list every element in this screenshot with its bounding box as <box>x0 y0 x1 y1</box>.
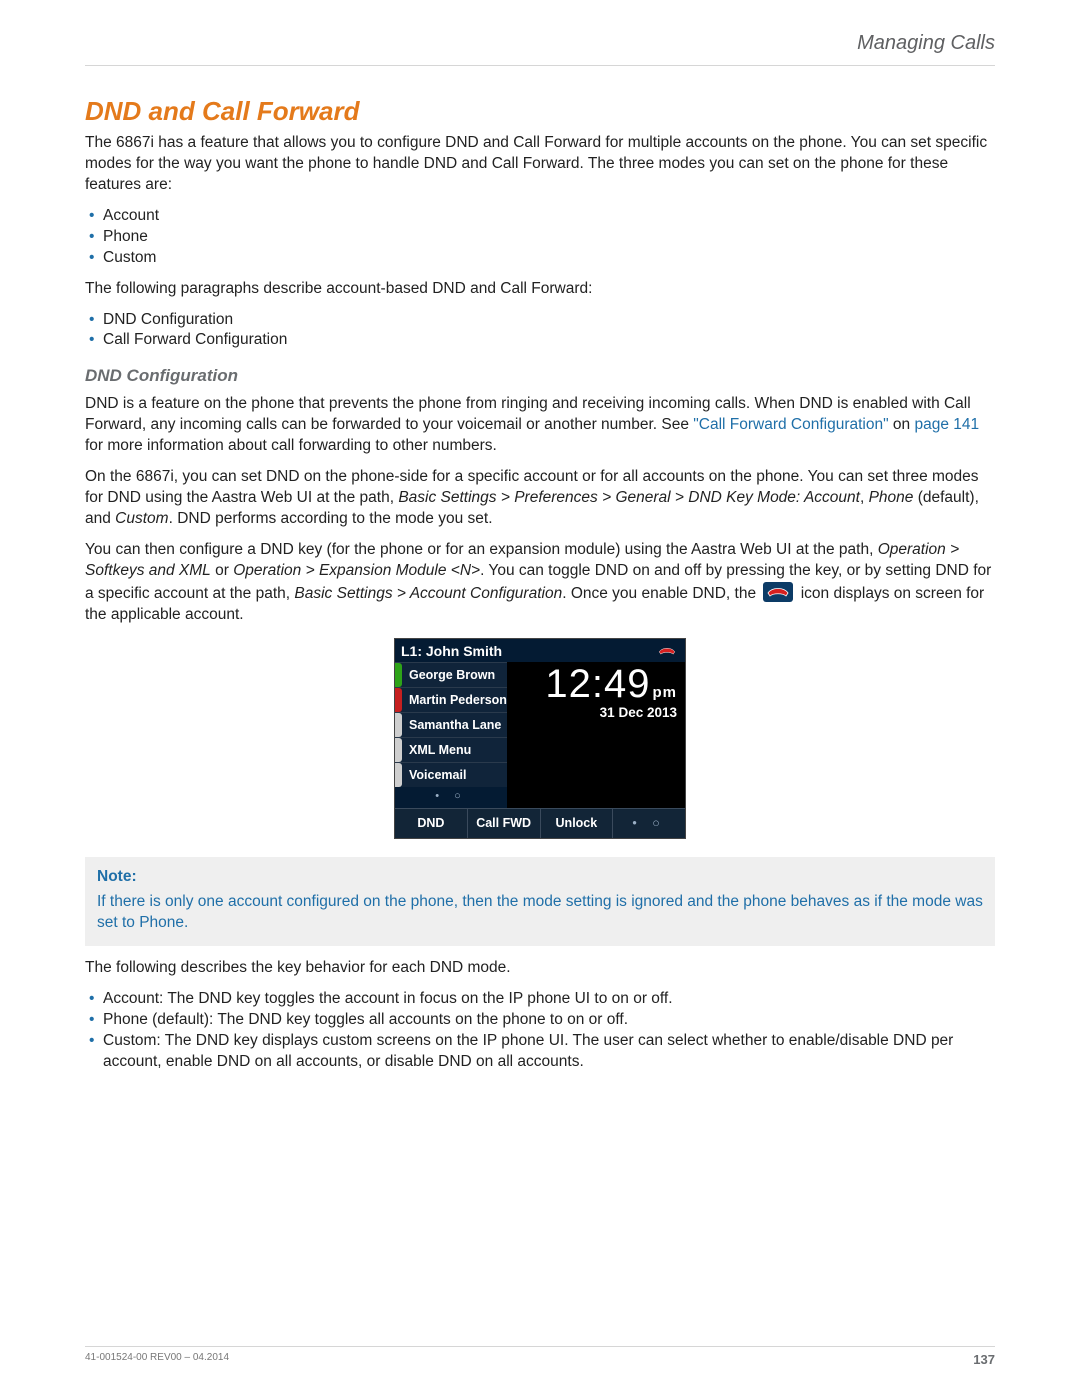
config-list: DND Configuration Call Forward Configura… <box>85 310 995 352</box>
running-header: Managing Calls <box>85 30 995 66</box>
xref-link: "Call Forward Configuration" <box>693 416 888 433</box>
modes-list: Account Phone Custom <box>85 206 995 269</box>
phone-softkey-row: George Brown <box>395 662 507 687</box>
text: on <box>889 416 915 433</box>
key-label: Samantha Lane <box>409 718 501 732</box>
section-heading: DND and Call Forward <box>85 94 995 129</box>
note-box: Note: If there is only one account confi… <box>85 857 995 946</box>
body-paragraph: DND is a feature on the phone that preve… <box>85 394 995 457</box>
text: You can then configure a DND key (for th… <box>85 541 878 558</box>
phone-softkey-row: Voicemail <box>395 762 507 787</box>
text: . Once you enable DND, the <box>562 585 760 602</box>
text: or <box>211 562 233 579</box>
key-label: XML Menu <box>409 743 471 757</box>
list-item: Phone (default): The DND key toggles all… <box>103 1010 995 1031</box>
body-paragraph: You can then configure a DND key (for th… <box>85 540 995 626</box>
body-paragraph: The following describes the key behavior… <box>85 958 995 979</box>
text: . DND performs according to the mode you… <box>169 510 493 527</box>
ui-path: Phone <box>869 489 914 506</box>
note-heading: Note: <box>97 867 983 888</box>
phone-line-label: L1: John Smith <box>401 642 502 661</box>
list-item: Custom: The DND key displays custom scre… <box>103 1031 995 1073</box>
phone-softkey-row: XML Menu <box>395 737 507 762</box>
dnd-handset-icon <box>763 582 793 602</box>
softkey-dnd: DND <box>395 809 468 838</box>
phone-softkey-row: Samantha Lane <box>395 712 507 737</box>
ui-path: Basic Settings > Account Configuration <box>294 585 562 602</box>
clock-date: 31 Dec 2013 <box>507 704 677 722</box>
ui-path: Operation > Expansion Module <N> <box>233 562 480 579</box>
ui-path: Basic Settings > Preferences > General >… <box>398 489 860 506</box>
page-ref: page 141 <box>914 416 979 433</box>
status-tab-icon <box>395 663 402 687</box>
list-item: DND Configuration <box>103 310 995 331</box>
note-body: If there is only one account configured … <box>97 892 983 934</box>
phone-screenshot: L1: John Smith George Brown Martin Peder… <box>394 638 686 840</box>
subsection-heading: DND Configuration <box>85 365 995 388</box>
status-tab-icon <box>395 763 402 787</box>
ampm: pm <box>653 684 678 701</box>
clock-time: 12:49pm <box>507 664 677 704</box>
page-number: 137 <box>973 1351 995 1369</box>
list-item: Account: The DND key toggles the account… <box>103 989 995 1010</box>
doc-number: 41-001524-00 REV00 – 04.2014 <box>85 1351 229 1369</box>
status-tab-icon <box>395 738 402 762</box>
key-label: Voicemail <box>409 768 466 782</box>
softkey-unlock: Unlock <box>541 809 614 838</box>
softkey-page-dots: • ○ <box>613 809 685 838</box>
softkey-callfwd: Call FWD <box>468 809 541 838</box>
status-tab-icon <box>395 713 402 737</box>
key-label: Martin Pederson <box>409 693 507 707</box>
phone-softkey-row: Martin Pederson <box>395 687 507 712</box>
status-tab-icon <box>395 688 402 712</box>
body-paragraph: On the 6867i, you can set DND on the pho… <box>85 467 995 530</box>
list-item: Custom <box>103 248 995 269</box>
page-footer: 41-001524-00 REV00 – 04.2014 137 <box>85 1346 995 1369</box>
behavior-list: Account: The DND key toggles the account… <box>85 989 995 1073</box>
list-item: Account <box>103 206 995 227</box>
text: for more information about call forwardi… <box>85 437 497 454</box>
ui-path: Custom <box>115 510 168 527</box>
intro-paragraph-2: The following paragraphs describe accoun… <box>85 279 995 300</box>
dnd-status-icon <box>657 644 677 658</box>
list-item: Call Forward Configuration <box>103 330 995 351</box>
intro-paragraph: The 6867i has a feature that allows you … <box>85 133 995 196</box>
text: , <box>860 489 869 506</box>
page-dots: • ○ <box>395 787 507 808</box>
list-item: Phone <box>103 227 995 248</box>
key-label: George Brown <box>409 668 495 682</box>
